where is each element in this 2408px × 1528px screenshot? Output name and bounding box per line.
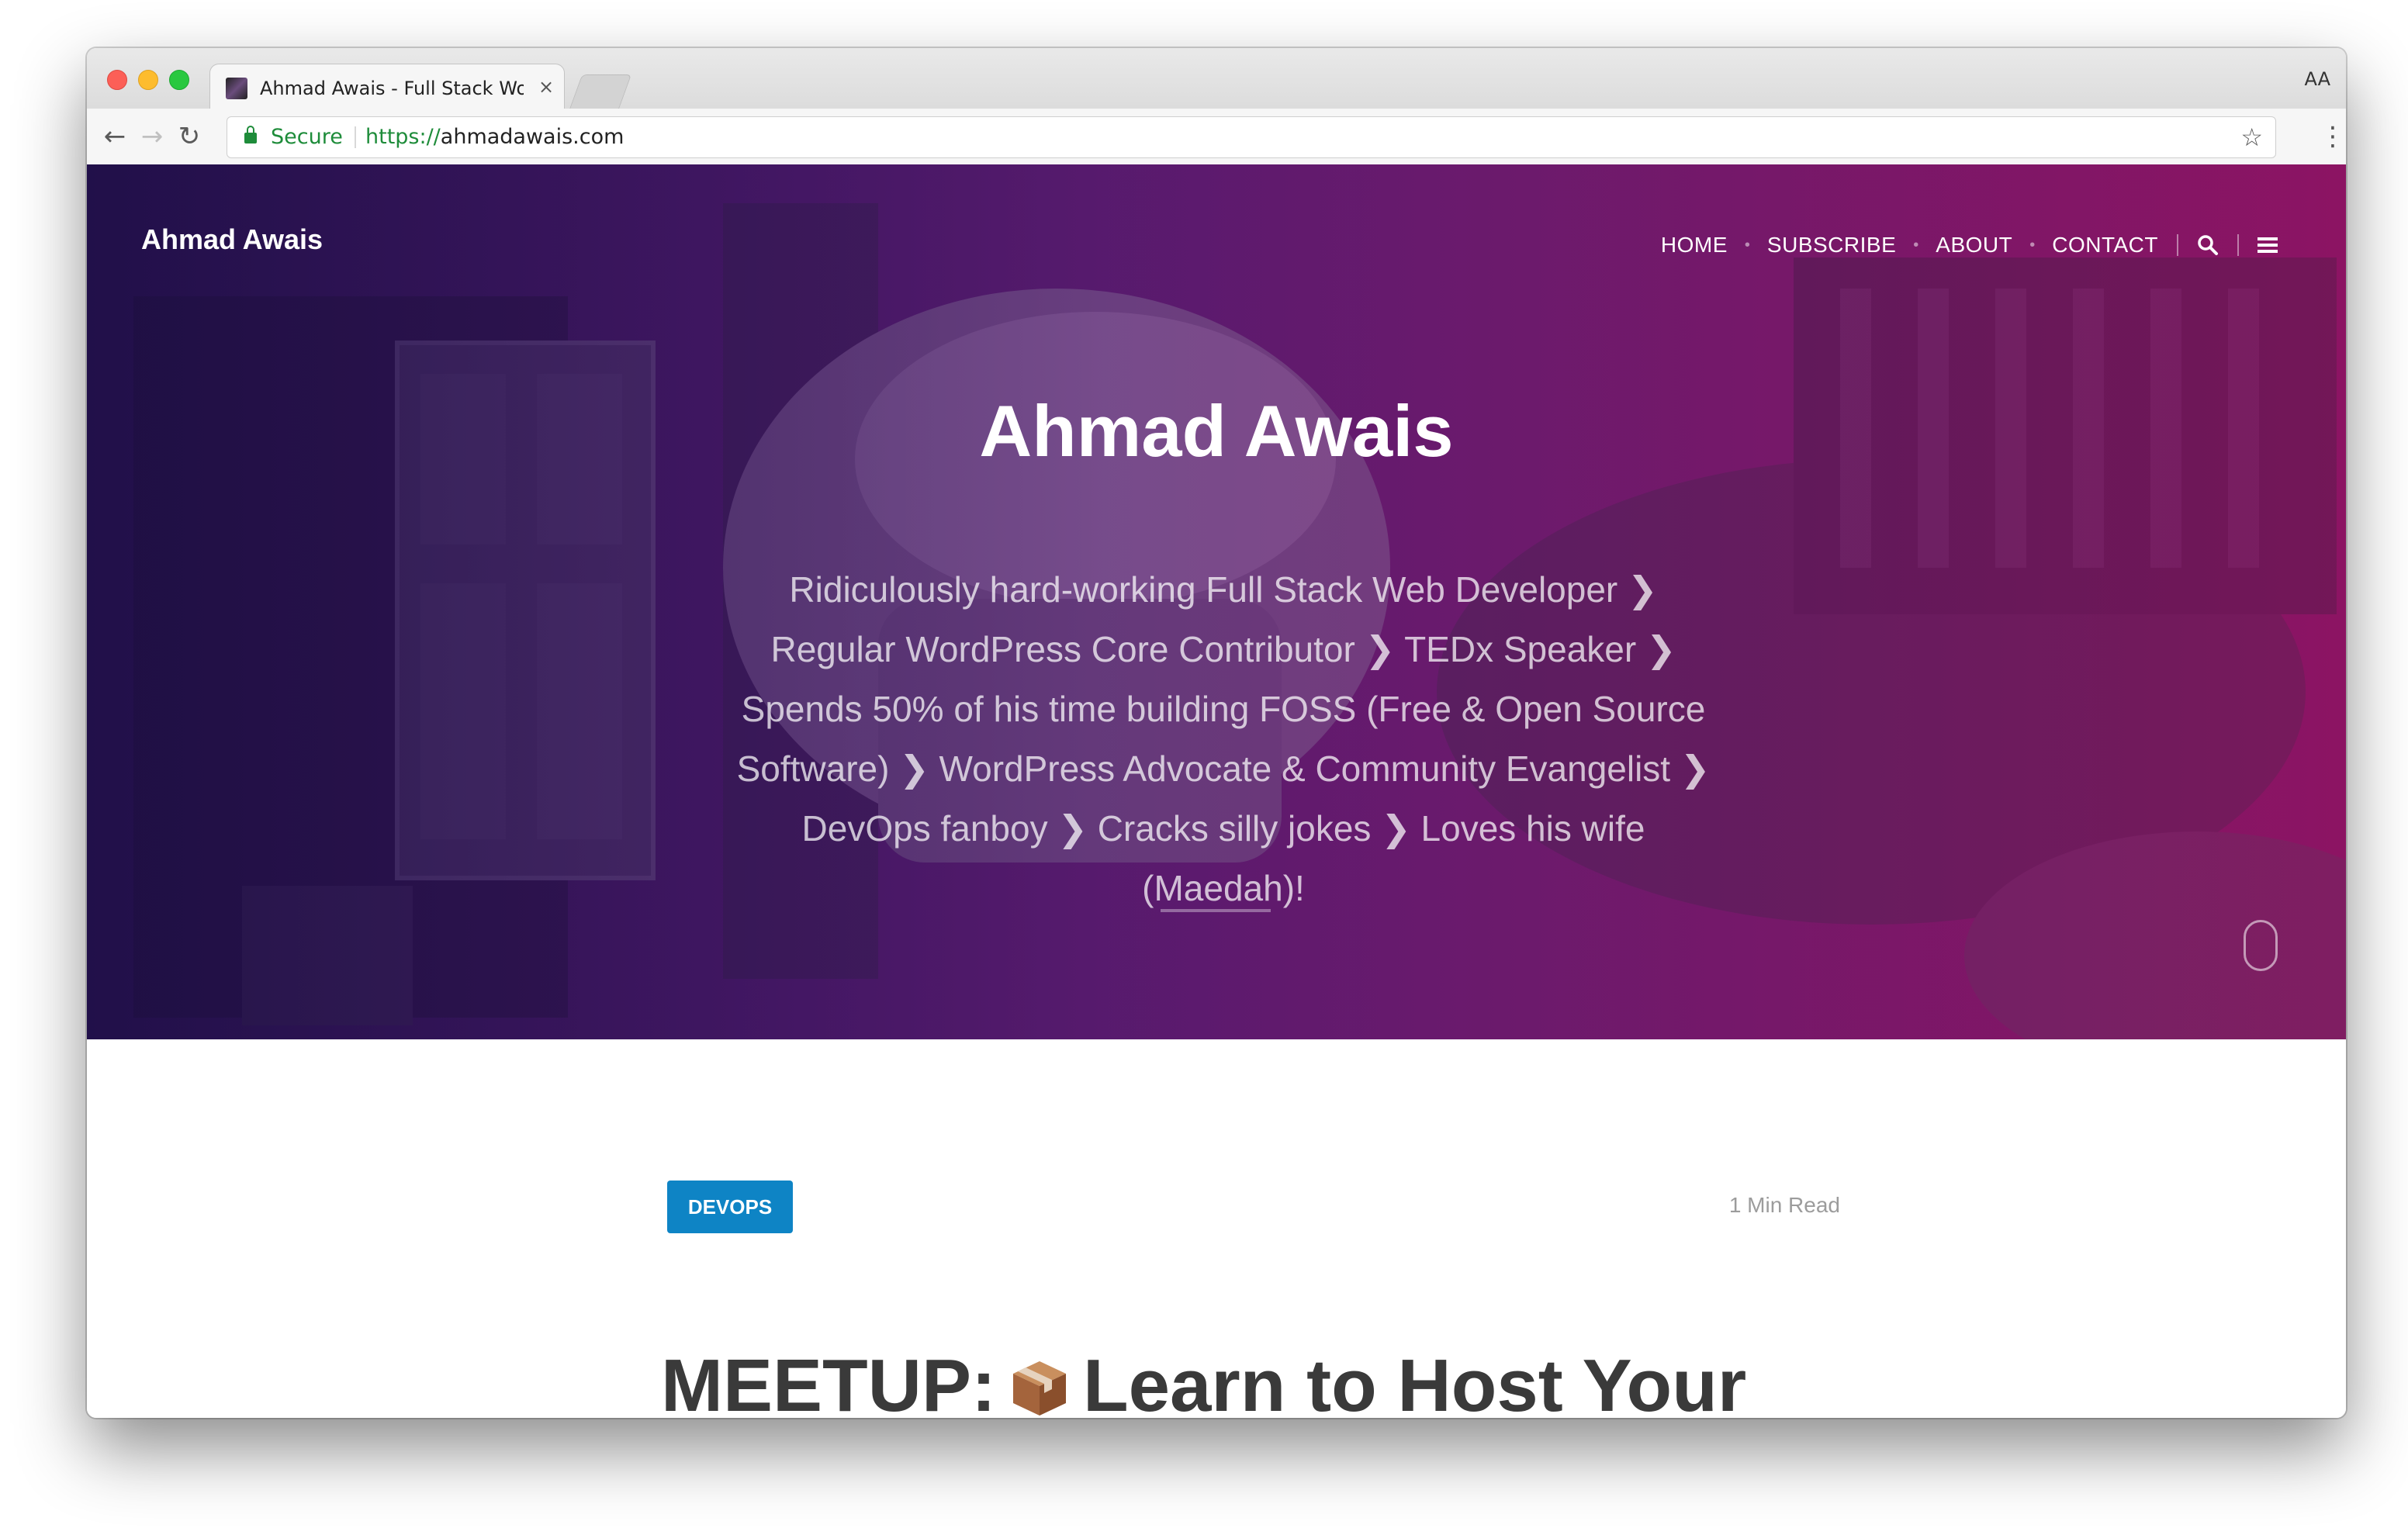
main-navigation: HOME • SUBSCRIBE • ABOUT • CONTACT bbox=[1661, 230, 2278, 261]
site-logo-link[interactable]: Ahmad Awais bbox=[141, 223, 323, 256]
address-divider bbox=[355, 126, 356, 148]
tab-strip: Ahmad Awais - Full Stack Word × AA bbox=[87, 48, 2346, 109]
read-time: 1 Min Read bbox=[1728, 1193, 1840, 1217]
package-icon bbox=[1010, 1350, 1069, 1416]
nav-separator-dot: • bbox=[1744, 236, 1750, 254]
secure-label: Secure bbox=[271, 125, 343, 149]
zoom-window-button[interactable] bbox=[169, 70, 189, 90]
nav-item-home[interactable]: HOME bbox=[1661, 233, 1728, 258]
lock-icon bbox=[244, 126, 257, 143]
browser-menu-icon[interactable]: ⋮ bbox=[2320, 118, 2346, 155]
browser-toolbar: ← → ↻ Secure https://ahmadawais.com ☆ ⋮ bbox=[87, 109, 2346, 166]
profile-button[interactable]: AA bbox=[2304, 68, 2330, 90]
browser-window: Ahmad Awais - Full Stack Word × AA ← → ↻… bbox=[87, 48, 2346, 1418]
reload-icon[interactable]: ↻ bbox=[172, 119, 206, 154]
web-page: Ahmad Awais HOME • SUBSCRIBE • ABOUT • C… bbox=[87, 164, 2346, 1418]
nav-separator-dot: • bbox=[1913, 236, 1919, 254]
tab-title: Ahmad Awais - Full Stack Word bbox=[260, 78, 524, 99]
post-title-rest: Learn to Host Your bbox=[1083, 1344, 1747, 1418]
nav-separator-dot: • bbox=[2029, 236, 2036, 254]
browser-tab-active[interactable]: Ahmad Awais - Full Stack Word × bbox=[209, 64, 565, 109]
forward-arrow-icon[interactable]: → bbox=[135, 119, 169, 154]
search-icon[interactable] bbox=[2197, 234, 2219, 256]
new-tab-button[interactable] bbox=[569, 74, 632, 109]
category-badge[interactable]: DEVOPS bbox=[667, 1181, 793, 1233]
url-host: ahmadawais.com bbox=[440, 125, 624, 149]
hero-tagline: Ridiculously hard-working Full Stack Web… bbox=[736, 569, 1711, 908]
back-arrow-icon[interactable]: ← bbox=[98, 119, 132, 154]
close-window-button[interactable] bbox=[107, 70, 127, 90]
favicon-icon bbox=[226, 78, 247, 99]
hero-title: Ahmad Awais bbox=[979, 390, 1454, 472]
nav-divider bbox=[2237, 234, 2239, 256]
post-title-prefix: MEETUP: bbox=[661, 1344, 996, 1418]
url-text[interactable]: https://ahmadawais.com bbox=[365, 117, 624, 157]
tab-close-icon[interactable]: × bbox=[535, 75, 558, 99]
hamburger-menu-icon[interactable] bbox=[2258, 237, 2278, 253]
hero-divider bbox=[1161, 909, 1271, 912]
minimize-window-button[interactable] bbox=[138, 70, 158, 90]
address-bar[interactable]: Secure https://ahmadawais.com ☆ bbox=[227, 116, 2276, 158]
scroll-down-icon[interactable] bbox=[2244, 920, 2278, 971]
nav-item-contact[interactable]: CONTACT bbox=[2052, 233, 2158, 258]
bookmark-star-icon[interactable]: ☆ bbox=[2240, 117, 2263, 157]
nav-divider bbox=[2177, 234, 2178, 256]
nav-item-subscribe[interactable]: SUBSCRIBE bbox=[1767, 233, 1896, 258]
post-title[interactable]: MEETUP: Learn to Host Your bbox=[661, 1343, 1825, 1418]
hero-section: Ahmad Awais HOME • SUBSCRIBE • ABOUT • C… bbox=[87, 164, 2346, 1039]
url-scheme: https:// bbox=[365, 125, 441, 149]
nav-item-about[interactable]: ABOUT bbox=[1936, 233, 2012, 258]
